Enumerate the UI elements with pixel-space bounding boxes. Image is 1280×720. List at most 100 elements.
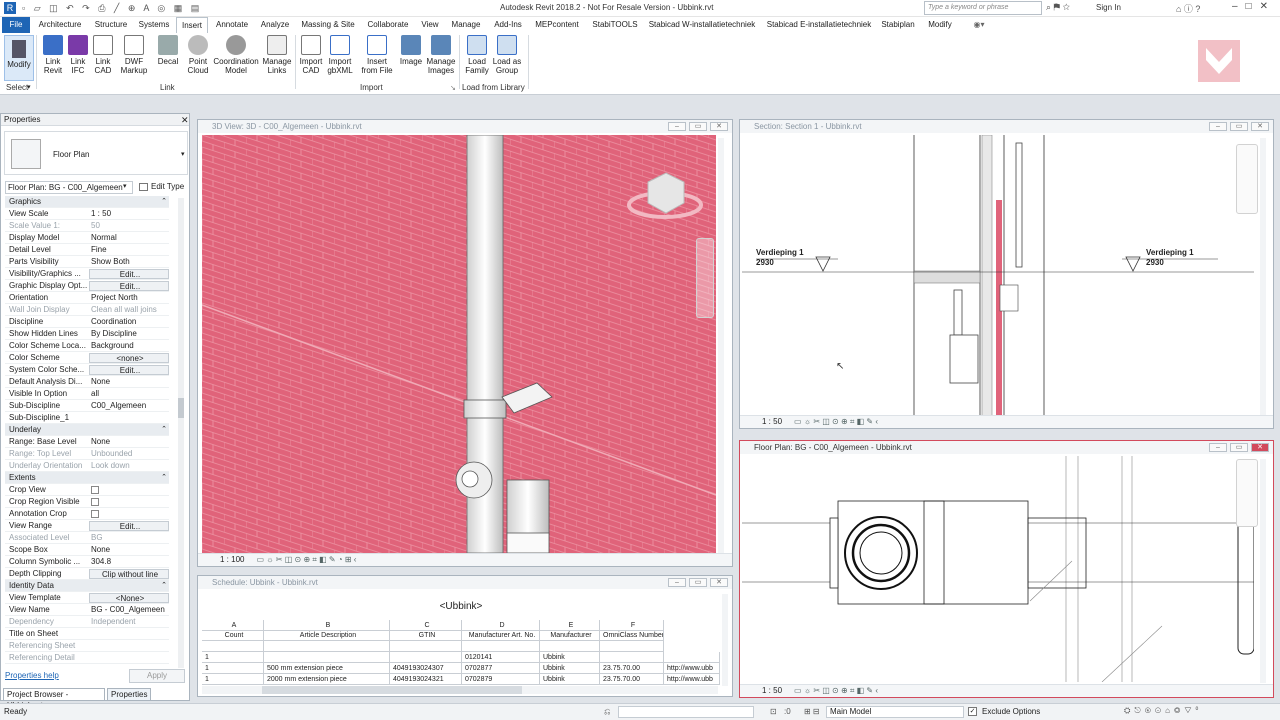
- property-row[interactable]: Depth Clipping Clip without line: [5, 568, 169, 580]
- section-canvas[interactable]: ↖: [742, 135, 1254, 417]
- property-edit-button[interactable]: Clip without line: [89, 569, 169, 579]
- view-control-bar[interactable]: 1 : 100 ▭ ☼ ✂ ◫ ⊙ ⊕ ⌗ ◧ ✎ ◔ ⊞ ‹: [198, 553, 732, 566]
- tab-stabicad-w[interactable]: Stabicad W-installatietechniek: [644, 17, 760, 33]
- manage-images-button[interactable]: Manage Images: [426, 35, 456, 75]
- property-row[interactable]: Column Symbolic ... 304.8: [5, 556, 169, 568]
- navigation-bar[interactable]: [1236, 459, 1258, 527]
- table-cell[interactable]: [390, 652, 462, 663]
- property-row[interactable]: View Range Edit...: [5, 520, 169, 532]
- schedule-column-letter[interactable]: C: [390, 620, 462, 631]
- scrollbar-thumb[interactable]: [178, 398, 184, 418]
- property-row[interactable]: Associated Level BG: [5, 532, 169, 544]
- checkbox-icon[interactable]: [91, 498, 99, 506]
- table-cell[interactable]: 1: [202, 663, 264, 674]
- view-controls-icon[interactable]: ▭ ☼ ✂ ◫ ⊙ ⊕ ⌗ ◧ ✎ ◔ ⊞ ‹: [256, 555, 356, 564]
- property-value[interactable]: Clean all wall joins: [89, 304, 169, 316]
- property-row[interactable]: Wall Join Display Clean all wall joins: [5, 304, 169, 316]
- property-row[interactable]: Visibility/Graphics ... Edit...: [5, 268, 169, 280]
- property-row[interactable]: Underlay Orientation Look down: [5, 460, 169, 472]
- checkbox-icon[interactable]: [91, 486, 99, 494]
- property-row[interactable]: View Scale 1 : 50: [5, 208, 169, 220]
- load-as-group-button[interactable]: Load as Group: [492, 35, 522, 75]
- modify-button[interactable]: Modify: [4, 35, 34, 81]
- schedule-window[interactable]: Schedule: Ubbink - Ubbink.rvt – ▭ ✕ <Ubbin…: [197, 575, 733, 697]
- chevron-down-icon[interactable]: ▾: [27, 83, 31, 91]
- schedule-column-letter[interactable]: F: [600, 620, 664, 631]
- chevron-down-icon[interactable]: ▾: [123, 182, 127, 190]
- property-row[interactable]: Crop View: [5, 484, 169, 496]
- table-cell[interactable]: Ubbink: [540, 663, 600, 674]
- table-cell[interactable]: [664, 652, 720, 663]
- horizontal-scrollbar[interactable]: [202, 686, 718, 694]
- view-control-bar[interactable]: 1 : 50 ▭ ☼ ✂ ◫ ⊙ ⊕ ⌗ ◧ ✎ ‹: [740, 415, 1273, 428]
- property-row[interactable]: Detail Level Fine: [5, 244, 169, 256]
- property-value[interactable]: BG: [89, 532, 169, 544]
- window-controls[interactable]: – ▭ ✕: [1209, 122, 1269, 131]
- table-cell[interactable]: [462, 641, 540, 652]
- search-input[interactable]: Type a keyword or phrase: [924, 1, 1042, 15]
- property-edit-button[interactable]: Edit...: [89, 269, 169, 279]
- scrollbar[interactable]: [718, 138, 724, 554]
- property-value[interactable]: Look down: [89, 460, 169, 472]
- property-value[interactable]: Project North: [89, 292, 169, 304]
- link-revit-button[interactable]: Link Revit: [40, 35, 66, 75]
- property-row[interactable]: Scope Box None: [5, 544, 169, 556]
- navigation-bar[interactable]: [1236, 144, 1258, 214]
- level-elevation-left[interactable]: 2930: [756, 258, 774, 267]
- sign-in-link[interactable]: Sign In: [1096, 3, 1121, 12]
- table-cell[interactable]: 1: [202, 674, 264, 685]
- property-section[interactable]: Underlay ⌃: [5, 424, 169, 436]
- property-row[interactable]: Color Scheme Loca... Background: [5, 340, 169, 352]
- property-value[interactable]: 1 : 50: [89, 208, 169, 220]
- property-section[interactable]: Graphics ⌃: [5, 196, 169, 208]
- schedule-column-letter[interactable]: D: [462, 620, 540, 631]
- window-controls[interactable]: – ▭ ✕: [668, 122, 728, 131]
- schedule-column-header[interactable]: OmniClass Number: [600, 631, 664, 641]
- property-row[interactable]: Orientation Project North: [5, 292, 169, 304]
- property-row[interactable]: Referencing Detail: [5, 652, 169, 664]
- exclude-options-checkbox[interactable]: ✓: [968, 707, 977, 716]
- property-row[interactable]: Discipline Coordination: [5, 316, 169, 328]
- select-dropdown[interactable]: Select: [6, 83, 28, 92]
- property-row[interactable]: Dependency Independent: [5, 616, 169, 628]
- level-label-right[interactable]: Verdieping 1: [1146, 248, 1194, 257]
- table-cell[interactable]: 0120141: [462, 652, 540, 663]
- tab-systems[interactable]: Systems: [136, 17, 172, 33]
- dwf-markup-button[interactable]: DWF Markup: [118, 35, 150, 75]
- property-value[interactable]: Unbounded: [89, 448, 169, 460]
- property-row[interactable]: Color Scheme <none>: [5, 352, 169, 364]
- apply-button[interactable]: Apply: [129, 669, 185, 683]
- decal-button[interactable]: Decal: [154, 35, 182, 66]
- tab-properties[interactable]: Properties: [107, 688, 151, 701]
- view-3d-canvas[interactable]: [202, 135, 716, 553]
- ribbon-minimize-icon[interactable]: ◉▾: [968, 17, 990, 33]
- tab-view[interactable]: View: [418, 17, 442, 33]
- image-button[interactable]: Image: [398, 35, 424, 66]
- tab-stabiplan[interactable]: Stabiplan: [878, 17, 918, 33]
- tab-stabicad-e[interactable]: Stabicad E-installatietechniek: [762, 17, 876, 33]
- property-value[interactable]: C00_Algemeen: [89, 400, 169, 412]
- table-cell[interactable]: [540, 641, 600, 652]
- tab-manage[interactable]: Manage: [446, 17, 486, 33]
- table-cell[interactable]: 4049193024307: [390, 663, 462, 674]
- table-cell[interactable]: 2000 mm extension piece: [264, 674, 390, 685]
- scrollbar[interactable]: [1260, 138, 1266, 416]
- property-value[interactable]: BG - C00_Algemeen: [89, 604, 169, 616]
- property-section[interactable]: Identity Data ⌃: [5, 580, 169, 592]
- view-scale[interactable]: 1 : 50: [762, 417, 782, 426]
- scrollbar[interactable]: [1260, 459, 1266, 683]
- tab-file[interactable]: File: [2, 17, 30, 33]
- window-controls[interactable]: – ▭ ✕: [1209, 443, 1269, 452]
- tab-project-browser[interactable]: Project Browser - Ubbink.rvt: [3, 688, 105, 710]
- table-cell[interactable]: 0702877: [462, 663, 540, 674]
- table-cell[interactable]: [600, 641, 664, 652]
- table-cell[interactable]: [202, 641, 264, 652]
- property-edit-button[interactable]: Edit...: [89, 281, 169, 291]
- view-control-bar[interactable]: 1 : 50 ▭ ☼ ✂ ◫ ⊙ ⊕ ⌗ ◧ ✎ ‹: [740, 684, 1273, 697]
- quick-access-toolbar[interactable]: ▫ ▱ ◫ ↶ ↷ ⎙ ╱ ⊕ A ◎ ▦ ▤: [22, 3, 272, 14]
- tab-architecture[interactable]: Architecture: [34, 17, 86, 33]
- navigation-bar[interactable]: [696, 238, 714, 318]
- floor-plan-canvas[interactable]: [742, 456, 1254, 682]
- workset-combo[interactable]: [618, 706, 754, 718]
- view-controls-icon[interactable]: ▭ ☼ ✂ ◫ ⊙ ⊕ ⌗ ◧ ✎ ‹: [794, 686, 878, 695]
